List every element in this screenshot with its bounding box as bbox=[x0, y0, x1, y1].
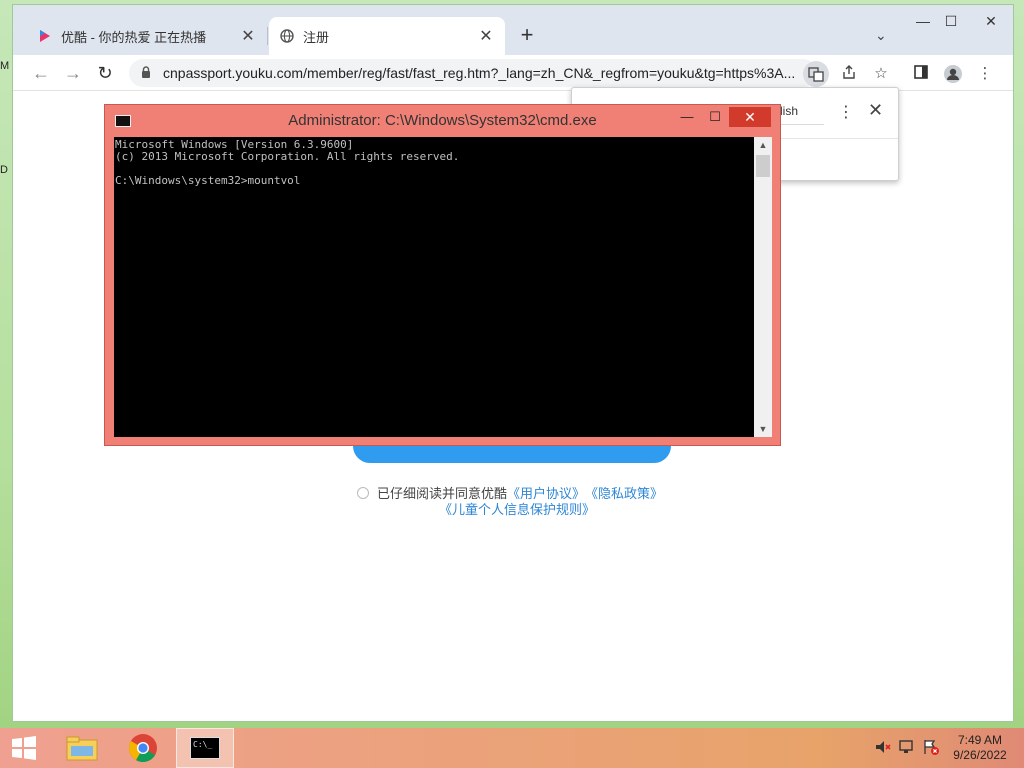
lock-icon bbox=[141, 65, 155, 81]
window-close-button[interactable]: ✕ bbox=[973, 11, 1009, 31]
translate-icon[interactable] bbox=[803, 61, 829, 87]
youku-icon bbox=[37, 28, 53, 44]
cmd-icon: C:\_ bbox=[190, 737, 220, 759]
child-rules-link[interactable]: 《儿童个人信息保护规则》 bbox=[439, 502, 595, 517]
minimize-button[interactable]: — bbox=[911, 11, 935, 31]
close-icon[interactable]: ✕ bbox=[239, 26, 257, 46]
scroll-thumb[interactable] bbox=[756, 155, 770, 177]
translate-language-tab[interactable]: lish bbox=[780, 104, 798, 118]
agreement-row-2: 《儿童个人信息保护规则》 bbox=[439, 499, 595, 518]
reload-button[interactable]: ↻ bbox=[93, 61, 117, 85]
tab-divider bbox=[267, 27, 268, 45]
cmd-title: Administrator: C:\Windows\System32\cmd.e… bbox=[288, 111, 597, 129]
back-button[interactable]: ← bbox=[29, 61, 53, 85]
tab-title: 注册 bbox=[303, 29, 330, 45]
clock-date: 9/26/2022 bbox=[953, 748, 1007, 762]
scroll-up-icon[interactable]: ▲ bbox=[754, 137, 772, 153]
scroll-down-icon[interactable]: ▼ bbox=[754, 421, 772, 437]
share-icon[interactable] bbox=[839, 64, 859, 84]
cmd-maximize-button[interactable]: ☐ bbox=[703, 107, 727, 127]
chrome-taskbar-button[interactable] bbox=[118, 728, 168, 768]
folder-icon bbox=[66, 736, 98, 761]
side-panel-icon[interactable] bbox=[911, 64, 931, 84]
windows-logo-icon bbox=[12, 736, 36, 760]
start-button[interactable] bbox=[8, 728, 40, 768]
tab-title: 优酷 - 你的热爱 正在热播 bbox=[61, 29, 207, 45]
privacy-policy-link[interactable]: 《隐私政策》 bbox=[585, 483, 663, 502]
action-center-flag-icon[interactable] bbox=[922, 738, 940, 759]
bookmark-star-icon[interactable]: ☆ bbox=[871, 64, 891, 84]
browser-toolbar: ← → ↻ cnpassport.youku.com/member/reg/fa… bbox=[13, 55, 1013, 91]
cmd-window[interactable]: Administrator: C:\Windows\System32\cmd.e… bbox=[104, 104, 781, 446]
close-icon[interactable]: ✕ bbox=[477, 26, 495, 46]
forward-button[interactable]: → bbox=[61, 61, 85, 85]
tab-strip: 优酷 - 你的热爱 正在热播 ✕ 注册 ✕ + ⌄ — ☐ ✕ bbox=[13, 5, 1013, 55]
desktop-edge-label: D bbox=[0, 164, 8, 176]
tab-register[interactable]: 注册 ✕ bbox=[269, 17, 505, 55]
cmd-taskbar-button[interactable]: C:\_ bbox=[176, 728, 234, 768]
close-icon[interactable]: ✕ bbox=[868, 100, 883, 121]
menu-kebab-icon[interactable]: ⋮ bbox=[975, 64, 995, 84]
profile-avatar-icon[interactable] bbox=[943, 64, 963, 84]
desktop-edge-label: M bbox=[0, 60, 10, 72]
cmd-close-button[interactable]: ✕ bbox=[729, 107, 771, 127]
chrome-icon bbox=[129, 734, 157, 762]
agree-radio[interactable] bbox=[357, 486, 369, 499]
maximize-button[interactable]: ☐ bbox=[939, 11, 963, 31]
console-output[interactable]: Microsoft Windows [Version 6.3.9600] (c)… bbox=[114, 137, 754, 437]
cmd-scrollbar[interactable]: ▲ ▼ bbox=[754, 137, 772, 437]
volume-muted-icon[interactable] bbox=[874, 738, 892, 759]
more-options-icon[interactable]: ⋮ bbox=[838, 102, 854, 122]
clock-time: 7:49 AM bbox=[957, 733, 1003, 747]
taskbar: C:\_ 7:49 AM 9/26/2022 bbox=[0, 728, 1024, 768]
tab-youku[interactable]: 优酷 - 你的热爱 正在热播 ✕ bbox=[27, 17, 267, 55]
network-icon[interactable] bbox=[898, 738, 916, 759]
new-tab-button[interactable]: + bbox=[515, 23, 539, 47]
file-explorer-button[interactable] bbox=[60, 728, 104, 768]
tab-search-chevron-icon[interactable]: ⌄ bbox=[875, 27, 887, 44]
cmd-minimize-button[interactable]: — bbox=[675, 107, 699, 127]
system-clock[interactable]: 7:49 AM 9/26/2022 bbox=[944, 733, 1016, 763]
globe-icon bbox=[279, 28, 295, 44]
url-text[interactable]: cnpassport.youku.com/member/reg/fast/fas… bbox=[163, 65, 817, 81]
address-bar[interactable]: cnpassport.youku.com/member/reg/fast/fas… bbox=[129, 59, 817, 87]
